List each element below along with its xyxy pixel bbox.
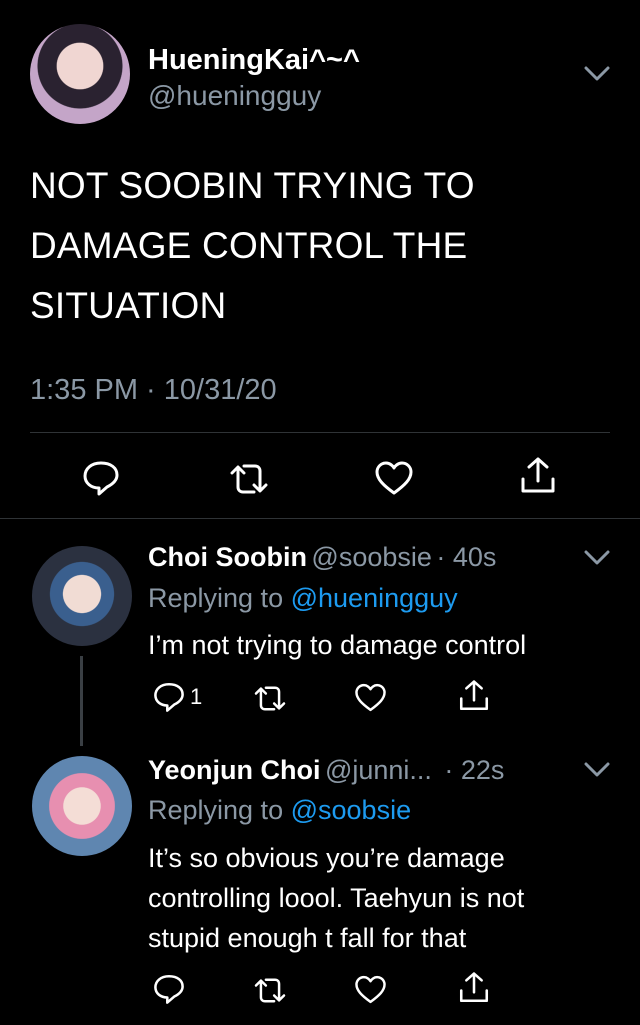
reply-header: Choi Soobin @soobsie · 40s [148, 542, 496, 573]
avatar[interactable] [30, 24, 130, 124]
chevron-down-icon[interactable] [584, 762, 610, 778]
handle[interactable]: @soobsie [311, 542, 431, 572]
reply-text-line: controlling loool. Taehyun is not [148, 883, 525, 913]
tweet-text-line: DAMAGE CONTROL THE [30, 225, 468, 266]
chevron-down-icon[interactable] [584, 66, 610, 82]
reply-text-line: stupid enough t fall for that [148, 923, 467, 953]
display-name[interactable]: HueningKai^~^ [148, 44, 360, 77]
tweet-text: NOT SOOBIN TRYING TO DAMAGE CONTROL THE … [30, 156, 475, 336]
heart-icon[interactable] [353, 973, 388, 1006]
thread-line [80, 656, 83, 746]
reply-icon[interactable] [152, 680, 186, 714]
reply-count: 1 [190, 684, 203, 709]
retweet-icon[interactable] [251, 682, 289, 715]
timestamp[interactable]: 1:35 PM · 10/31/20 [30, 374, 277, 407]
avatar[interactable] [32, 756, 132, 856]
retweet-icon[interactable] [251, 974, 289, 1007]
reply-icon[interactable] [81, 458, 121, 498]
share-icon[interactable] [457, 678, 491, 714]
replying-to: Replying to @hueningguy [148, 583, 458, 614]
reply-time[interactable]: · 40s [436, 542, 496, 572]
avatar[interactable] [32, 546, 132, 646]
heart-icon[interactable] [373, 458, 415, 498]
reply-time[interactable]: · 22s [444, 755, 504, 785]
display-name[interactable]: Yeonjun Choi [148, 755, 321, 785]
replying-prefix: Replying to [148, 795, 284, 825]
retweet-icon[interactable] [226, 459, 272, 499]
display-name[interactable]: Choi Soobin [148, 542, 307, 572]
divider [0, 518, 640, 519]
reply-text-line: It’s so obvious you’re damage [148, 843, 505, 873]
reply-text: I’m not trying to damage control [148, 625, 526, 665]
reply-header: Yeonjun Choi @junni... · 22s [148, 755, 504, 786]
divider [30, 432, 610, 433]
tweet-text-line: SITUATION [30, 285, 227, 326]
chevron-down-icon[interactable] [584, 550, 610, 566]
tweet-text-line: NOT SOOBIN TRYING TO [30, 165, 475, 206]
replying-to: Replying to @soobsie [148, 795, 411, 826]
share-icon[interactable] [518, 455, 558, 497]
reply-text-line: I’m not trying to damage control [148, 630, 527, 660]
reply-text: It’s so obvious you’re damage controllin… [148, 838, 524, 958]
heart-icon[interactable] [353, 681, 388, 714]
share-icon[interactable] [457, 970, 491, 1006]
reply-icon[interactable] [152, 972, 186, 1006]
mention-link[interactable]: @soobsie [291, 795, 411, 825]
replying-prefix: Replying to [148, 583, 284, 613]
handle[interactable]: @hueningguy [148, 80, 321, 112]
handle[interactable]: @junni... [325, 755, 432, 785]
mention-link[interactable]: @hueningguy [291, 583, 458, 613]
